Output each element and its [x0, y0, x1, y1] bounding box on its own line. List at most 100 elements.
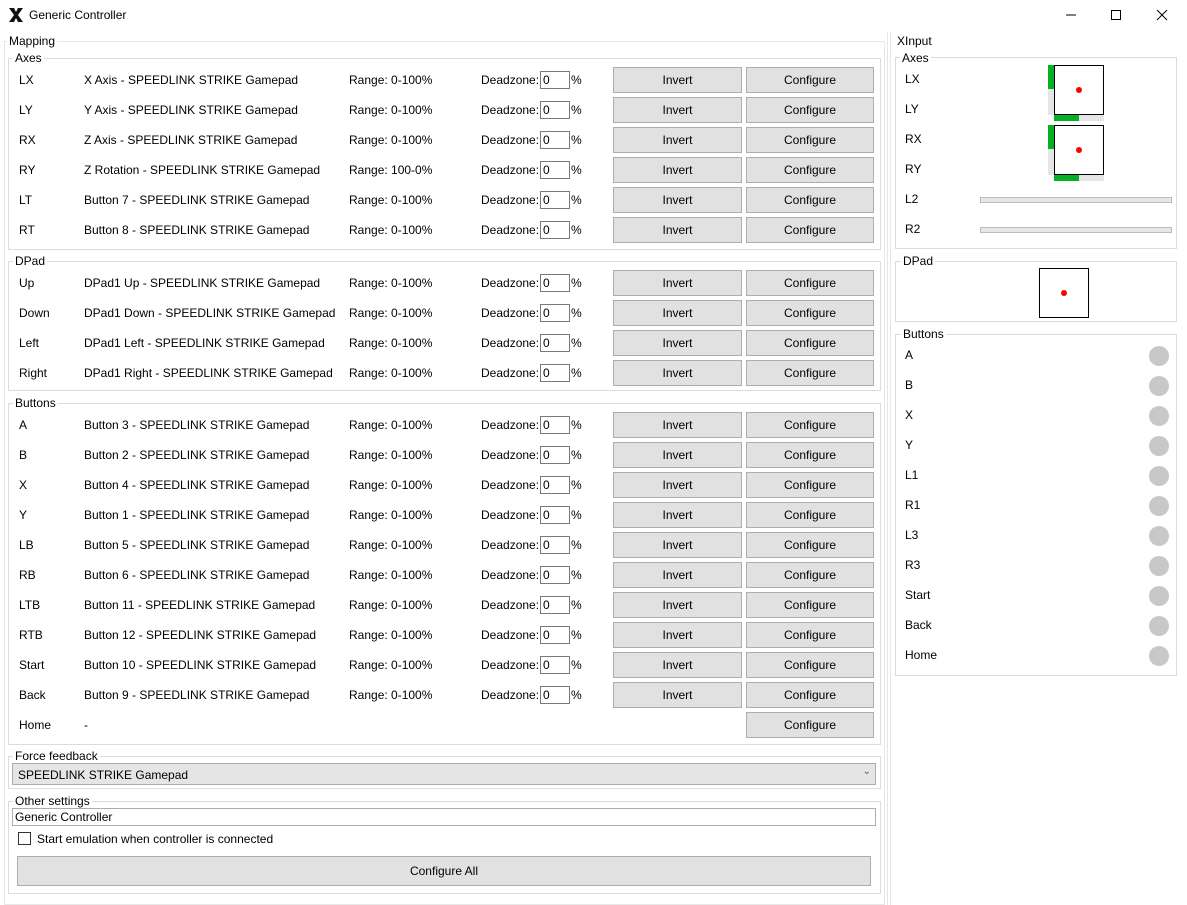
invert-button[interactable]: Invert	[613, 652, 742, 678]
invert-button[interactable]: Invert	[613, 330, 742, 356]
deadzone-input[interactable]	[540, 221, 570, 239]
xinput-axis-l2: L2	[905, 192, 919, 206]
maximize-button[interactable]	[1093, 0, 1139, 30]
invert-button[interactable]: Invert	[613, 270, 742, 296]
invert-button[interactable]: Invert	[613, 412, 742, 438]
deadzone-input[interactable]	[540, 686, 570, 704]
row-range: Range: 0-100%	[349, 598, 433, 612]
configure-button[interactable]: Configure	[746, 472, 874, 498]
configure-button[interactable]: Configure	[746, 532, 874, 558]
window-title: Generic Controller	[29, 8, 127, 22]
configure-button[interactable]: Configure	[746, 157, 874, 183]
mapping-row-lt: LT Button 7 - SPEEDLINK STRIKE Gamepad Ran…	[0, 186, 880, 214]
deadzone-input[interactable]	[540, 364, 570, 382]
configure-button[interactable]: Configure	[746, 622, 874, 648]
invert-button[interactable]: Invert	[613, 127, 742, 153]
deadzone-input[interactable]	[540, 274, 570, 292]
deadzone-input[interactable]	[540, 506, 570, 524]
row-range: Range: 0-100%	[349, 73, 433, 87]
invert-button[interactable]: Invert	[613, 562, 742, 588]
configure-button[interactable]: Configure	[746, 187, 874, 213]
configure-button[interactable]: Configure	[746, 217, 874, 243]
configure-button[interactable]: Configure	[746, 592, 874, 618]
percent-label: %	[571, 508, 582, 522]
deadzone-input[interactable]	[540, 476, 570, 494]
invert-button[interactable]: Invert	[613, 442, 742, 468]
configure-button[interactable]: Configure	[746, 652, 874, 678]
xinput-button-r3: R3	[905, 558, 921, 572]
configure-button[interactable]: Configure	[746, 67, 874, 93]
row-range: Range: 0-100%	[349, 418, 433, 432]
invert-button[interactable]: Invert	[613, 682, 742, 708]
xinput-button-l1: L1	[905, 468, 919, 482]
configure-button[interactable]: Configure	[746, 270, 874, 296]
mapping-row-rx: RX Z Axis - SPEEDLINK STRIKE Gamepad Range…	[0, 126, 880, 154]
deadzone-input[interactable]	[540, 101, 570, 119]
row-range: Range: 0-100%	[349, 478, 433, 492]
deadzone-input[interactable]	[540, 536, 570, 554]
percent-label: %	[571, 418, 582, 432]
xinput-axis-r2: R2	[905, 222, 921, 236]
deadzone-label: Deadzone:	[481, 538, 540, 552]
configure-button[interactable]: Configure	[746, 360, 874, 386]
invert-button[interactable]: Invert	[613, 67, 742, 93]
configure-all-button[interactable]: Configure All	[17, 856, 871, 886]
row-range: Range: 0-100%	[349, 336, 433, 350]
mapping-row-y: Y Button 1 - SPEEDLINK STRIKE Gamepad Rang…	[0, 501, 880, 529]
invert-button[interactable]: Invert	[613, 532, 742, 558]
row-name: Left	[19, 336, 40, 350]
deadzone-input[interactable]	[540, 71, 570, 89]
deadzone-input[interactable]	[540, 656, 570, 674]
start-emulation-checkbox[interactable]	[18, 832, 31, 845]
force-feedback-select[interactable]: SPEEDLINK STRIKE Gamepad ⌄	[12, 763, 876, 785]
invert-button[interactable]: Invert	[613, 97, 742, 123]
configure-button[interactable]: Configure	[746, 502, 874, 528]
configure-button[interactable]: Configure	[746, 300, 874, 326]
invert-button[interactable]: Invert	[613, 187, 742, 213]
row-mapping: Button 6 - SPEEDLINK STRIKE Gamepad	[84, 568, 310, 582]
configure-button[interactable]: Configure	[746, 330, 874, 356]
configure-button[interactable]: Configure	[746, 412, 874, 438]
deadzone-input[interactable]	[540, 446, 570, 464]
configure-button[interactable]: Configure	[746, 562, 874, 588]
invert-button[interactable]: Invert	[613, 300, 742, 326]
deadzone-input[interactable]	[540, 566, 570, 584]
row-range: Range: 0-100%	[349, 133, 433, 147]
deadzone-input[interactable]	[540, 416, 570, 434]
invert-button[interactable]: Invert	[613, 622, 742, 648]
invert-button[interactable]: Invert	[613, 472, 742, 498]
invert-button[interactable]: Invert	[613, 157, 742, 183]
configure-button[interactable]: Configure	[746, 97, 874, 123]
deadzone-input[interactable]	[540, 626, 570, 644]
button-state-indicator	[1149, 436, 1169, 456]
invert-button[interactable]: Invert	[613, 502, 742, 528]
row-mapping: X Axis - SPEEDLINK STRIKE Gamepad	[84, 73, 299, 87]
controller-name-field[interactable]: Generic Controller	[12, 808, 876, 826]
mapping-row-ly: LY Y Axis - SPEEDLINK STRIKE Gamepad Range…	[0, 96, 880, 124]
deadzone-label: Deadzone:	[481, 223, 540, 237]
invert-button[interactable]: Invert	[613, 592, 742, 618]
close-button[interactable]	[1139, 0, 1185, 30]
deadzone-input[interactable]	[540, 191, 570, 209]
configure-button[interactable]: Configure	[746, 682, 874, 708]
row-mapping: Z Axis - SPEEDLINK STRIKE Gamepad	[84, 133, 298, 147]
deadzone-input[interactable]	[540, 596, 570, 614]
percent-label: %	[571, 306, 582, 320]
right-stick-indicator	[1054, 125, 1104, 175]
dpad-indicator	[1039, 268, 1089, 318]
deadzone-input[interactable]	[540, 161, 570, 179]
invert-button[interactable]: Invert	[613, 217, 742, 243]
configure-button[interactable]: Configure	[746, 127, 874, 153]
row-name: RX	[19, 133, 36, 147]
panel-splitter[interactable]	[887, 32, 891, 905]
minimize-button[interactable]	[1048, 0, 1094, 30]
deadzone-input[interactable]	[540, 334, 570, 352]
configure-button[interactable]: Configure	[746, 442, 874, 468]
row-name: A	[19, 418, 28, 432]
deadzone-input[interactable]	[540, 131, 570, 149]
row-range: Range: 0-100%	[349, 568, 433, 582]
configure-button[interactable]: Configure	[746, 712, 874, 738]
controller-name-value: Generic Controller	[15, 810, 113, 824]
invert-button[interactable]: Invert	[613, 360, 742, 386]
deadzone-input[interactable]	[540, 304, 570, 322]
